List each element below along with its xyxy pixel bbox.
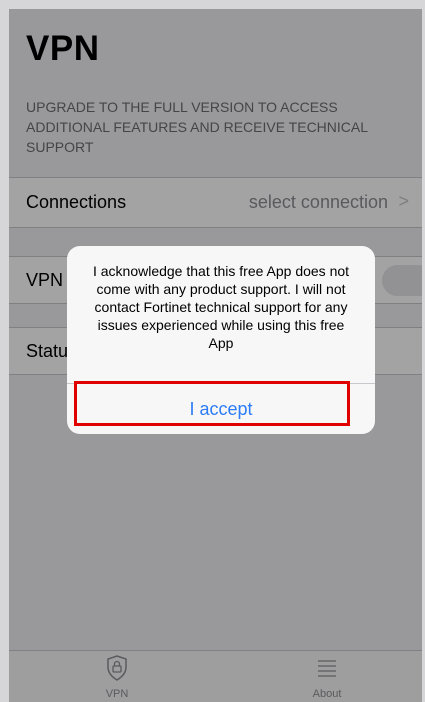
app-screen: VPN UPGRADE TO THE FULL VERSION TO ACCES… (9, 9, 422, 702)
accept-button-highlight (74, 381, 350, 426)
alert-message: I acknowledge that this free App does no… (92, 263, 350, 351)
